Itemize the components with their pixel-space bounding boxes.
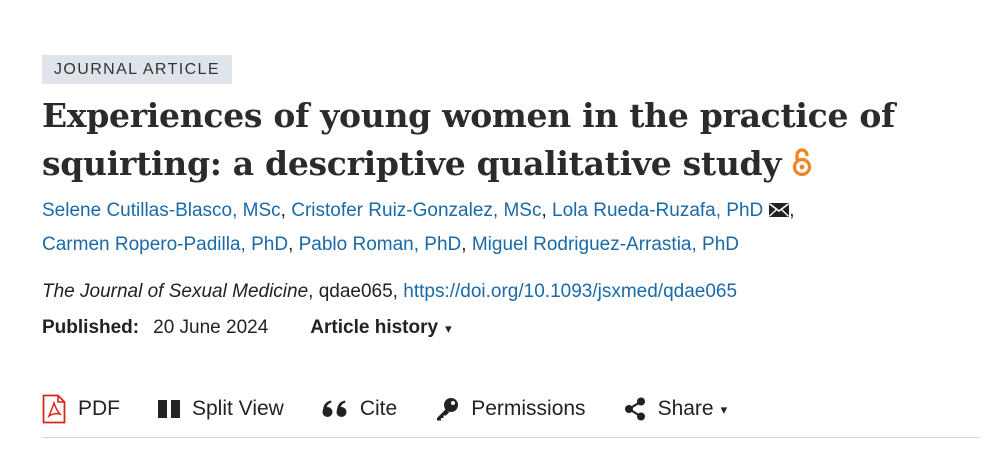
open-access-icon bbox=[791, 142, 813, 177]
article-title-line1: Experiences of young women in the practi… bbox=[42, 96, 895, 135]
author-separator: , bbox=[541, 200, 547, 221]
author-separator: , bbox=[461, 234, 467, 255]
split-view-button[interactable]: Split View bbox=[158, 389, 284, 429]
article-id: , qdae065, bbox=[308, 281, 404, 302]
split-view-label: Split View bbox=[192, 397, 284, 420]
share-button[interactable]: Share ▾ bbox=[624, 389, 728, 429]
author-link[interactable]: Lola Rueda-Ruzafa, PhD bbox=[552, 200, 763, 221]
article-history-toggle[interactable]: Article history ▾ bbox=[310, 314, 451, 342]
cite-label: Cite bbox=[359, 397, 398, 420]
pdf-button[interactable]: PDF bbox=[42, 389, 120, 429]
pdf-file-icon bbox=[42, 394, 66, 424]
author-link[interactable]: Selene Cutillas-Blasco, MSc bbox=[42, 200, 281, 221]
article-title: Experiences of young women in the practi… bbox=[42, 92, 980, 188]
author-link[interactable]: Carmen Ropero-Padilla, PhD bbox=[42, 234, 288, 255]
publication-info: Published: 20 June 2024 Article history … bbox=[42, 314, 980, 342]
article-header: JOURNAL ARTICLE Experiences of young wom… bbox=[42, 55, 980, 342]
permissions-label: Permissions bbox=[471, 397, 586, 420]
toolbar-divider bbox=[42, 437, 980, 438]
author-list: Selene Cutillas-Blasco, MSc, Cristofer R… bbox=[42, 194, 980, 262]
journal-name: The Journal of Sexual Medicine bbox=[42, 281, 309, 302]
author-separator: , bbox=[288, 234, 294, 255]
key-icon bbox=[435, 397, 459, 421]
citation-line: The Journal of Sexual Medicine, qdae065,… bbox=[42, 278, 980, 306]
permissions-button[interactable]: Permissions bbox=[435, 389, 586, 429]
published-label: Published: bbox=[42, 317, 140, 338]
pdf-label: PDF bbox=[78, 397, 120, 420]
article-toolbar: PDF Split View Cite Permissions Share ▾ bbox=[42, 389, 980, 429]
author-separator: , bbox=[789, 200, 795, 221]
author-link[interactable]: Cristofer Ruiz-Gonzalez, MSc bbox=[291, 200, 541, 221]
split-view-icon bbox=[158, 400, 180, 418]
chevron-down-icon: ▾ bbox=[445, 320, 452, 336]
article-type-badge: JOURNAL ARTICLE bbox=[42, 55, 232, 84]
chevron-down-icon: ▾ bbox=[720, 401, 728, 417]
published-date: 20 June 2024 bbox=[153, 317, 269, 338]
share-icon bbox=[624, 397, 646, 421]
envelope-icon[interactable] bbox=[769, 195, 790, 217]
share-label: Share bbox=[657, 397, 714, 420]
cite-button[interactable]: Cite bbox=[322, 389, 397, 429]
article-history-label: Article history bbox=[310, 317, 439, 338]
author-link[interactable]: Pablo Roman, PhD bbox=[299, 234, 462, 255]
quote-icon bbox=[322, 400, 348, 418]
author-separator: , bbox=[280, 200, 286, 221]
doi-link[interactable]: https://doi.org/10.1093/jsxmed/qdae065 bbox=[403, 281, 737, 302]
author-link[interactable]: Miguel Rodriguez-Arrastia, PhD bbox=[472, 234, 739, 255]
article-title-line2: squirting: a descriptive qualitative stu… bbox=[42, 144, 782, 183]
